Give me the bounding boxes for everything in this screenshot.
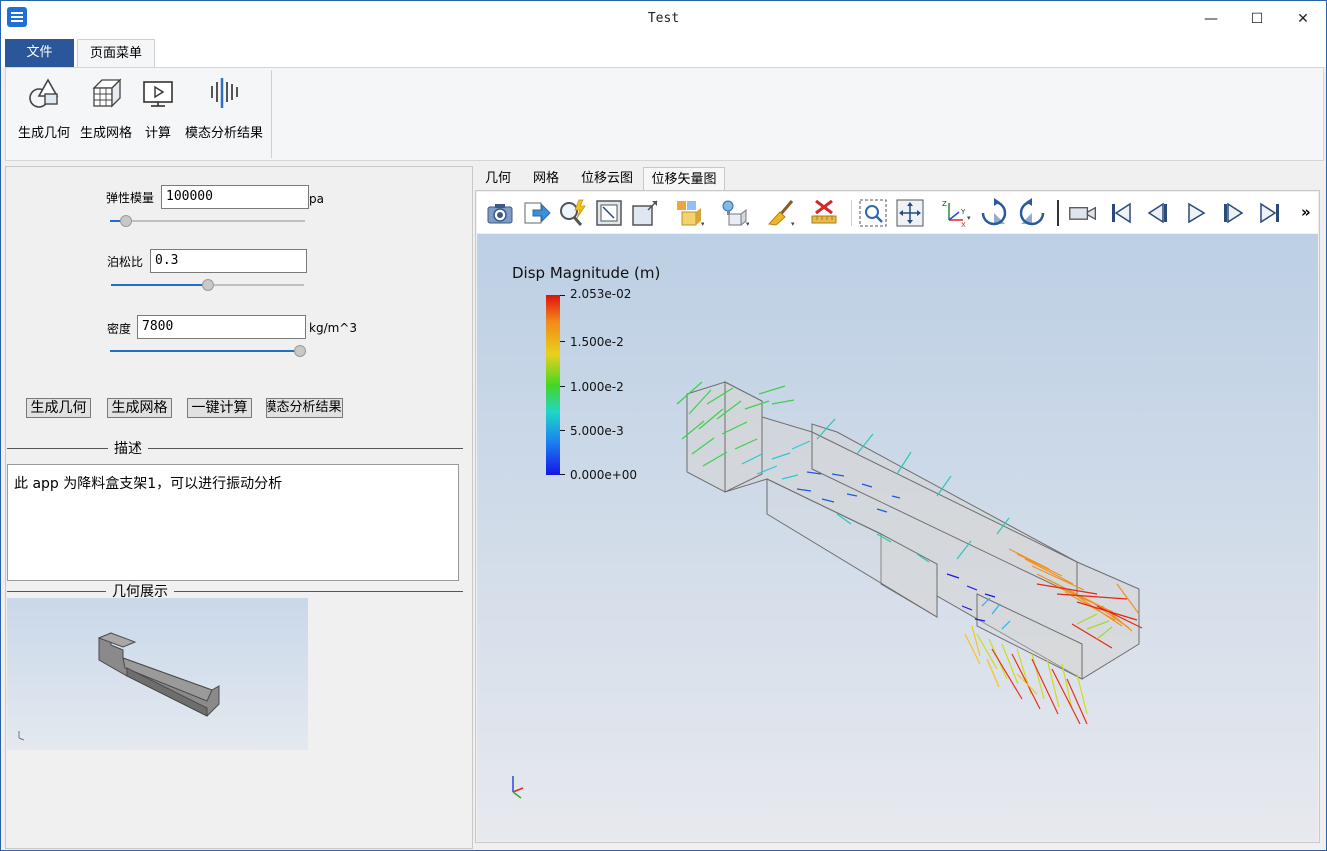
- ribbon-separator: [271, 70, 272, 158]
- svg-text:▾: ▾: [701, 220, 704, 228]
- pan-icon[interactable]: [895, 198, 925, 228]
- modal-result-icon: [211, 78, 238, 108]
- viewer-panel: ▾ ▾ ▾ Z Y X ▾ » Disp Magnitude (m) 2.053…: [475, 190, 1320, 843]
- mesh-cube-icon: [92, 78, 122, 108]
- play-icon[interactable]: [1181, 198, 1211, 228]
- svg-text:Y: Y: [960, 208, 966, 216]
- tab-page-menu[interactable]: 页面菜单: [77, 39, 155, 67]
- vector-plot-viewport[interactable]: Disp Magnitude (m) 2.053e-02 1.500e-2 1.…: [477, 234, 1318, 841]
- svg-text:▾: ▾: [746, 220, 749, 228]
- parameter-panel: 弹性模量 100000 pa 泊松比 0.3 密度 7800 kg/m^3 生成…: [5, 166, 473, 849]
- ribbon-modal-result-button[interactable]: 模态分析结果: [182, 74, 266, 152]
- close-button[interactable]: ✕: [1280, 1, 1326, 37]
- tab-displacement-contour[interactable]: 位移云图: [573, 167, 641, 191]
- prev-frame-icon[interactable]: [1143, 198, 1173, 228]
- modal-analysis-result-button[interactable]: 模态分析结果: [266, 398, 343, 418]
- ribbon-modal-result-label: 模态分析结果: [184, 126, 263, 141]
- rotate-ccw-icon[interactable]: [1017, 198, 1047, 228]
- poisson-ratio-input[interactable]: 0.3: [150, 249, 307, 273]
- compute-monitor-icon: [143, 81, 173, 107]
- ribbon-geometry-button[interactable]: 生成几何: [14, 74, 74, 152]
- ribbon-panel: 生成几何 生成网格 计算 模态分析结果: [5, 67, 1324, 161]
- svg-text:Z: Z: [942, 200, 947, 208]
- ribbon-geometry-label: 生成几何: [17, 126, 70, 141]
- ribbon-compute-button[interactable]: 计算: [138, 74, 178, 152]
- poisson-ratio-label: 泊松比: [107, 255, 144, 269]
- next-frame-icon[interactable]: [1218, 198, 1248, 228]
- tab-mesh[interactable]: 网格: [523, 167, 569, 191]
- ribbon-mesh-label: 生成网格: [79, 126, 132, 141]
- description-group-title: 描述: [108, 438, 148, 458]
- svg-text:▾: ▾: [967, 214, 971, 222]
- generate-geometry-button[interactable]: 生成几何: [26, 398, 91, 418]
- color-cube-icon[interactable]: ▾: [674, 198, 705, 228]
- title-bar: Test — ☐ ✕: [1, 1, 1326, 37]
- toolbar-separator-2: [1057, 200, 1059, 226]
- density-label: 密度: [107, 322, 132, 336]
- camera-icon[interactable]: [485, 198, 515, 228]
- geometry-shapes-icon: [29, 78, 59, 108]
- generate-mesh-button[interactable]: 生成网格: [107, 398, 172, 418]
- elastic-modulus-label: 弹性模量: [106, 191, 155, 205]
- tab-displacement-vector[interactable]: 位移矢量图: [643, 167, 725, 191]
- description-text: 此 app 为降料盒支架1，可以进行振动分析: [7, 464, 459, 581]
- elastic-modulus-slider[interactable]: [110, 215, 305, 227]
- video-camera-icon[interactable]: [1068, 198, 1102, 228]
- rotate-cw-icon[interactable]: [979, 198, 1009, 228]
- poisson-ratio-slider[interactable]: [111, 279, 304, 291]
- window-title: Test: [647, 11, 680, 26]
- elastic-modulus-unit: pa: [309, 192, 324, 206]
- ruler-icon[interactable]: [810, 198, 840, 228]
- tab-file[interactable]: 文件: [5, 39, 74, 67]
- geometry-preview-viewport[interactable]: [7, 598, 308, 750]
- description-group-line: [7, 448, 463, 449]
- clear-brush-icon[interactable]: ▾: [766, 198, 796, 228]
- vector-field-model: [512, 381, 1143, 799]
- geometry-preview-model: [18, 632, 220, 741]
- reset-view-icon[interactable]: [594, 198, 624, 228]
- ribbon-mesh-button[interactable]: 生成网格: [76, 74, 136, 152]
- toolbar-separator: [851, 200, 852, 226]
- svg-text:X: X: [961, 221, 966, 228]
- query-icon[interactable]: [557, 198, 587, 228]
- export-arrow-icon[interactable]: [521, 198, 551, 228]
- svg-text:▾: ▾: [791, 220, 795, 228]
- density-slider[interactable]: [110, 345, 306, 357]
- first-frame-icon[interactable]: [1106, 198, 1136, 228]
- density-unit: kg/m^3: [309, 321, 357, 335]
- tab-geometry[interactable]: 几何: [475, 167, 521, 191]
- light-bulb-icon[interactable]: ▾: [719, 198, 750, 228]
- ribbon-compute-label: 计算: [144, 126, 171, 141]
- minimize-button[interactable]: —: [1188, 1, 1234, 37]
- one-click-compute-button[interactable]: 一键计算: [187, 398, 252, 418]
- toolbar-overflow-button[interactable]: »: [1301, 203, 1311, 221]
- viewer-toolbar: ▾ ▾ ▾ Z Y X ▾ »: [477, 192, 1318, 233]
- geometry-preview-group-line: [7, 591, 463, 592]
- density-input[interactable]: 7800: [137, 315, 306, 339]
- axes-icon[interactable]: Z Y X ▾: [941, 198, 971, 229]
- elastic-modulus-input[interactable]: 100000: [161, 185, 309, 209]
- zoom-box-icon[interactable]: [630, 198, 660, 228]
- last-frame-icon[interactable]: [1255, 198, 1285, 228]
- app-window: Test — ☐ ✕ 文件 页面菜单 生成几何 生成网格 计算 模态分析结果 弹…: [0, 0, 1327, 851]
- zoom-region-icon[interactable]: [858, 198, 888, 228]
- ribbon-tab-bar: 文件 页面菜单: [1, 37, 1326, 67]
- maximize-button[interactable]: ☐: [1234, 1, 1280, 37]
